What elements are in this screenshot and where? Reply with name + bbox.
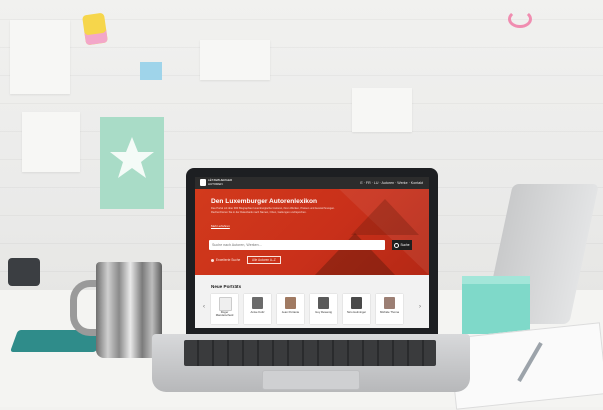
search-bar xyxy=(209,240,385,250)
site-header: LËTZEBUERGER AUTOREN E · FR · LU · Autor… xyxy=(195,177,429,189)
header-nav[interactable]: E · FR · LU · Autoren · Werke · Kontakt xyxy=(360,181,423,185)
author-name: Roger Manderscheid xyxy=(215,310,234,318)
author-card[interactable]: Michèle Thoma xyxy=(376,294,403,324)
wall-paper-3 xyxy=(200,40,270,80)
star-card xyxy=(100,117,164,209)
chevron-left-icon[interactable]: ‹ xyxy=(201,303,207,311)
author-placeholder-icon xyxy=(219,297,232,311)
author-photo xyxy=(384,297,395,309)
hero-shape xyxy=(351,199,419,235)
author-carousel: ‹ Roger Manderscheid Anise Koltz Jean Po… xyxy=(199,291,425,325)
author-name: Michèle Thoma xyxy=(379,310,400,314)
search-button[interactable]: Suche xyxy=(392,240,412,250)
search-icon xyxy=(394,242,400,248)
site-logo[interactable]: LËTZEBUERGER AUTOREN xyxy=(200,178,233,186)
all-authors-button[interactable]: Alle Autoren A–Z xyxy=(247,256,281,264)
sticky-note-blue xyxy=(140,62,162,80)
author-name: Nico Helminger xyxy=(346,310,367,314)
pink-ring xyxy=(508,10,532,28)
wall-paper-1 xyxy=(10,20,70,94)
teal-speaker xyxy=(462,276,530,334)
hero-title: Den Luxemburger Autorenlexikon xyxy=(211,198,318,205)
chevron-right-icon[interactable]: › xyxy=(417,303,423,311)
laptop-trackpad xyxy=(262,370,360,390)
logo-text: LËTZEBUERGER AUTOREN xyxy=(208,178,233,186)
search-input[interactable] xyxy=(209,240,383,250)
advanced-search-label: Erweiterte Suche xyxy=(216,258,241,262)
author-photo xyxy=(351,297,362,309)
advanced-search-link[interactable]: Erweiterte Suche xyxy=(211,258,240,262)
author-photo xyxy=(285,297,296,309)
featured-title: Neue Porträts xyxy=(211,284,242,289)
author-card[interactable]: Nico Helminger xyxy=(343,294,370,324)
filter-icon xyxy=(211,258,214,262)
laptop-keyboard xyxy=(184,340,436,366)
sticky-note xyxy=(82,12,108,46)
star-icon xyxy=(110,137,154,178)
author-name: Jean Portante xyxy=(281,310,300,314)
wall-paper-4 xyxy=(352,88,412,132)
wall-paper-2 xyxy=(22,112,80,172)
author-name: Guy Rewenig xyxy=(315,310,332,314)
more-link[interactable]: Mehr erfahren xyxy=(211,224,230,228)
author-card[interactable]: Guy Rewenig xyxy=(310,294,337,324)
logo-icon xyxy=(200,179,206,186)
search-button-label: Suche xyxy=(400,243,410,247)
author-name: Anise Koltz xyxy=(250,310,265,314)
author-card[interactable]: Roger Manderscheid xyxy=(211,294,238,324)
laptop-screen: LËTZEBUERGER AUTOREN E · FR · LU · Autor… xyxy=(195,177,429,328)
hero-banner: Den Luxemburger Autorenlexikon Das Porta… xyxy=(195,189,429,275)
desk-object xyxy=(8,258,40,286)
hero-description: Das Portal mit über 900 Biographien luxe… xyxy=(211,207,335,214)
author-photo xyxy=(252,297,263,309)
author-card[interactable]: Anise Koltz xyxy=(244,294,271,324)
author-card[interactable]: Jean Portante xyxy=(277,294,304,324)
author-photo xyxy=(318,297,329,309)
